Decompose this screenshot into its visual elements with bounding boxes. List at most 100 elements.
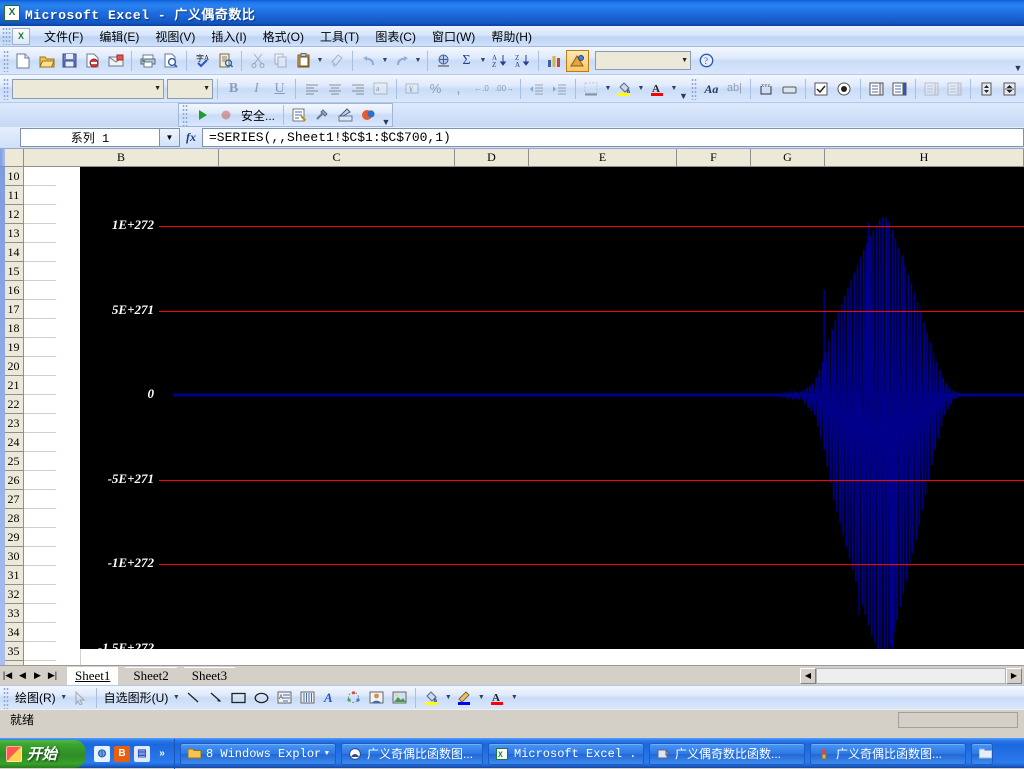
sheet-tab-sheet1[interactable]: Sheet1 bbox=[67, 667, 118, 685]
scrollbar-control-icon[interactable] bbox=[998, 78, 1021, 100]
sort-ascending-icon[interactable]: AZ bbox=[488, 50, 511, 72]
column-header-c[interactable]: C bbox=[219, 149, 455, 166]
line-icon[interactable] bbox=[181, 687, 204, 709]
menu-item-tools[interactable]: 工具(T) bbox=[312, 26, 367, 47]
row-header-24[interactable]: 24 bbox=[0, 433, 23, 452]
row-header-11[interactable]: 11 bbox=[0, 186, 23, 205]
merge-cells-icon[interactable]: a bbox=[369, 78, 392, 100]
autosum-dropdown[interactable]: ▼ bbox=[478, 50, 488, 72]
command-button-icon[interactable] bbox=[778, 78, 801, 100]
row-header-21[interactable]: 21 bbox=[0, 376, 23, 395]
row-header-27[interactable]: 27 bbox=[0, 490, 23, 509]
menu-item-file[interactable]: 文件(F) bbox=[36, 26, 91, 47]
chevron-down-icon[interactable]: ▼ bbox=[150, 85, 161, 92]
name-box[interactable]: 系列 1 bbox=[20, 128, 160, 147]
menu-item-view[interactable]: 视图(V) bbox=[147, 26, 203, 47]
menu-item-format[interactable]: 格式(O) bbox=[255, 26, 312, 47]
open-icon[interactable] bbox=[35, 50, 58, 72]
row-header-19[interactable]: 19 bbox=[0, 338, 23, 357]
row-header-25[interactable]: 25 bbox=[0, 452, 23, 471]
vertical-text-box-icon[interactable] bbox=[296, 687, 319, 709]
row-header-16[interactable]: 16 bbox=[0, 281, 23, 300]
drawing-toolbar-grip[interactable] bbox=[3, 687, 9, 709]
microsoft-script-editor-icon[interactable] bbox=[357, 104, 380, 126]
row-header-20[interactable]: 20 bbox=[0, 357, 23, 376]
fill-color-dropdown[interactable]: ▼ bbox=[443, 687, 453, 709]
print-icon[interactable] bbox=[136, 50, 159, 72]
menu-bar-grip[interactable] bbox=[2, 27, 11, 45]
arrow-icon[interactable] bbox=[204, 687, 227, 709]
row-header-22[interactable]: 22 bbox=[0, 395, 23, 414]
menu-item-insert[interactable]: 插入(I) bbox=[203, 26, 254, 47]
spelling-icon[interactable]: 字A bbox=[191, 50, 214, 72]
row-header-14[interactable]: 14 bbox=[0, 243, 23, 262]
row-header-10[interactable]: 10 bbox=[0, 167, 23, 186]
insert-wordart-icon[interactable]: A bbox=[319, 687, 342, 709]
show-desktop-icon[interactable]: ◍ bbox=[94, 746, 110, 762]
select-all-corner[interactable] bbox=[0, 149, 24, 166]
chart-series-line[interactable] bbox=[173, 218, 1024, 649]
zoom-combobox[interactable]: ▼ bbox=[595, 51, 691, 70]
fill-color-icon[interactable] bbox=[420, 687, 443, 709]
control-toolbox-icon[interactable] bbox=[311, 104, 334, 126]
menu-item-chart[interactable]: 图表(C) bbox=[367, 26, 424, 47]
row-header-29[interactable]: 29 bbox=[0, 528, 23, 547]
menu-item-help[interactable]: 帮助(H) bbox=[483, 26, 540, 47]
label-control-icon[interactable]: Aa bbox=[700, 78, 723, 100]
last-sheet-icon[interactable]: ▶| bbox=[45, 670, 60, 681]
fill-color-dropdown[interactable]: ▼ bbox=[636, 78, 646, 100]
insert-function-icon[interactable]: fx bbox=[180, 127, 202, 148]
autoshapes-menu[interactable]: 自选图形(U) bbox=[101, 689, 172, 706]
copy-icon[interactable] bbox=[269, 50, 292, 72]
sheet-tab-sheet3[interactable]: Sheet3 bbox=[184, 667, 235, 685]
column-header-g[interactable]: G bbox=[751, 149, 825, 166]
row-header-33[interactable]: 33 bbox=[0, 604, 23, 623]
visual-basic-editor-icon[interactable] bbox=[288, 104, 311, 126]
drawing-icon[interactable] bbox=[566, 50, 589, 72]
font-color-icon[interactable]: A bbox=[646, 78, 669, 100]
row-header-30[interactable]: 30 bbox=[0, 547, 23, 566]
taskbar-item-excel[interactable]: X Microsoft Excel ... bbox=[488, 743, 644, 765]
save-icon[interactable] bbox=[58, 50, 81, 72]
checkbox-control-icon[interactable] bbox=[810, 78, 833, 100]
column-header-e[interactable]: E bbox=[529, 149, 677, 166]
align-center-icon[interactable] bbox=[323, 78, 346, 100]
insert-clip-art-icon[interactable] bbox=[365, 687, 388, 709]
row-header-23[interactable]: 23 bbox=[0, 414, 23, 433]
previous-sheet-icon[interactable]: ◀ bbox=[15, 670, 30, 681]
taskbar-item-folder[interactable] bbox=[971, 743, 993, 765]
chevron-down-icon[interactable]: ▼ bbox=[325, 750, 329, 758]
spin-control-icon[interactable]: XYZ bbox=[755, 78, 778, 100]
option-button-icon[interactable] bbox=[833, 78, 856, 100]
listbox-control-icon[interactable] bbox=[865, 78, 888, 100]
horizontal-scrollbar[interactable]: ◀ ▶ bbox=[800, 668, 1024, 684]
print-preview-icon[interactable] bbox=[159, 50, 182, 72]
first-sheet-icon[interactable]: |◀ bbox=[0, 670, 15, 681]
browser-icon[interactable]: B bbox=[114, 746, 130, 762]
record-icon[interactable] bbox=[214, 104, 237, 126]
row-header-28[interactable]: 28 bbox=[0, 509, 23, 528]
cut-icon[interactable] bbox=[246, 50, 269, 72]
format-painter-icon[interactable] bbox=[325, 50, 348, 72]
line-color-icon[interactable] bbox=[453, 687, 476, 709]
font-size-combobox[interactable]: ▼ bbox=[167, 79, 213, 99]
rectangle-icon[interactable] bbox=[227, 687, 250, 709]
menu-item-edit[interactable]: 编辑(E) bbox=[91, 26, 147, 47]
percent-icon[interactable]: % bbox=[424, 78, 447, 100]
menu-item-window[interactable]: 窗口(W) bbox=[424, 26, 483, 47]
toolbar-options-icon[interactable]: ▼ bbox=[1012, 49, 1024, 73]
undo-icon[interactable] bbox=[357, 50, 380, 72]
scroll-left-icon[interactable]: ◀ bbox=[800, 668, 816, 684]
formula-input[interactable]: =SERIES(,,Sheet1!$C$1:$C$700,1) bbox=[202, 128, 1024, 147]
group-box-icon[interactable] bbox=[943, 78, 966, 100]
paste-options-dropdown[interactable]: ▼ bbox=[315, 50, 325, 72]
decrease-indent-icon[interactable] bbox=[525, 78, 548, 100]
comma-icon[interactable]: , bbox=[447, 78, 470, 100]
column-header-h[interactable]: H bbox=[825, 149, 1024, 166]
column-header-b[interactable]: B bbox=[24, 149, 219, 166]
chevron-down-icon[interactable]: ▼ bbox=[677, 57, 688, 64]
new-icon[interactable] bbox=[12, 50, 35, 72]
formatting-toolbar-grip[interactable] bbox=[3, 78, 9, 100]
column-header-f[interactable]: F bbox=[677, 149, 751, 166]
fill-color-icon[interactable] bbox=[613, 78, 636, 100]
